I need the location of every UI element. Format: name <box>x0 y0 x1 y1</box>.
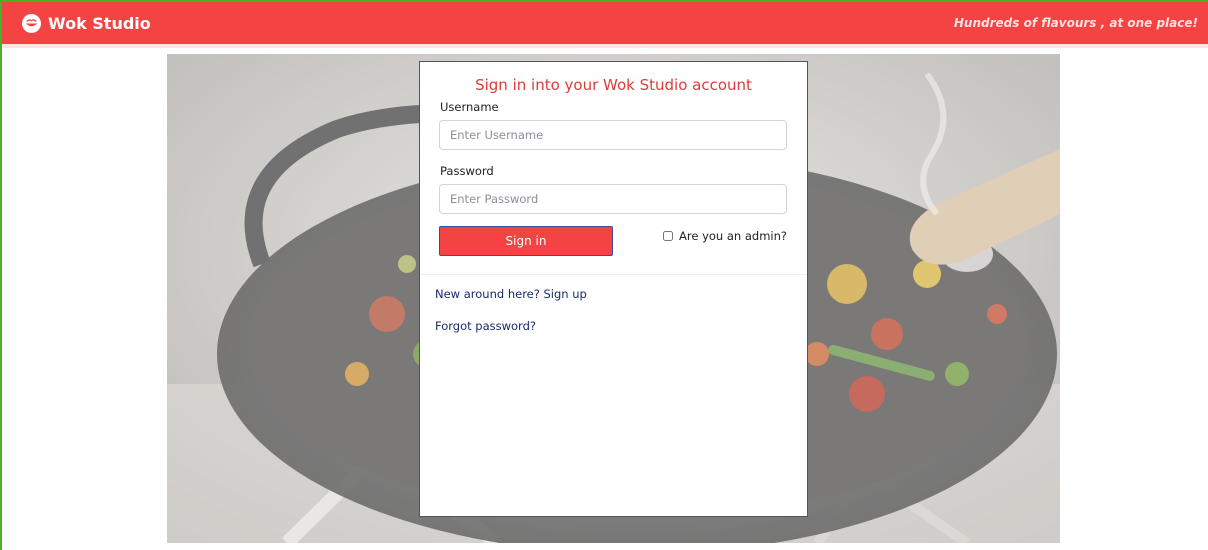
wok-logo-icon <box>22 13 41 33</box>
username-input[interactable] <box>439 120 787 150</box>
admin-label: Are you an admin? <box>679 229 787 243</box>
admin-checkbox-label[interactable]: Are you an admin? <box>663 229 787 243</box>
forgot-password-link[interactable]: Forgot password? <box>435 319 807 333</box>
login-title: Sign in into your Wok Studio account <box>475 76 752 94</box>
divider <box>420 274 807 275</box>
action-row: Sign in Are you an admin? <box>439 226 807 256</box>
password-label: Password <box>440 164 494 178</box>
username-label: Username <box>440 100 499 114</box>
signin-button[interactable]: Sign in <box>439 226 613 256</box>
admin-checkbox[interactable] <box>663 231 673 241</box>
brand-name: Wok Studio <box>48 13 151 33</box>
password-input[interactable] <box>439 184 787 214</box>
tagline: Hundreds of flavours , at one place! <box>953 16 1198 30</box>
page-frame: Wok Studio Hundreds of flavours , at one… <box>0 0 1208 550</box>
brand[interactable]: Wok Studio <box>22 13 151 33</box>
navbar: Wok Studio Hundreds of flavours , at one… <box>2 2 1208 48</box>
signup-link[interactable]: New around here? Sign up <box>435 287 807 301</box>
login-card: Sign in into your Wok Studio account Use… <box>419 61 808 517</box>
